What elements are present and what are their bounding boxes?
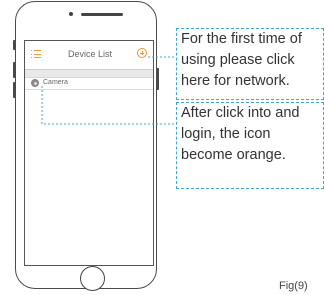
login-tip-line-3: become orange. [181, 147, 286, 163]
network-tip-callout: For the first time of using please click… [176, 28, 324, 100]
add-icon[interactable] [137, 48, 147, 58]
network-tip-line-3: here for network. [181, 73, 290, 89]
home-button [80, 266, 105, 291]
app-header: Device List [25, 41, 153, 67]
volume-up-button [13, 62, 16, 78]
device-list-item[interactable]: Camera [25, 78, 153, 90]
figure-label: Fig(9) [279, 280, 308, 292]
header-divider [25, 69, 153, 78]
page-title: Device List [67, 49, 112, 59]
power-button [156, 68, 159, 90]
login-tip-line-2: login, the icon [181, 126, 271, 142]
camera-icon [31, 79, 39, 87]
login-tip-line-1: After click into and [181, 105, 300, 121]
speaker-grille [81, 13, 123, 16]
front-camera [69, 12, 73, 16]
mute-switch [13, 40, 16, 50]
phone-screen: Device List Camera [24, 40, 154, 266]
network-tip-line-1: For the first time of [181, 31, 302, 47]
network-tip-line-2: using please click [181, 52, 295, 68]
volume-down-button [13, 82, 16, 98]
device-label: Camera [43, 79, 68, 86]
login-tip-callout: After click into and login, the icon bec… [176, 102, 324, 189]
figure-canvas: Device List Camera For the first time of… [0, 0, 325, 295]
menu-icon[interactable] [31, 50, 41, 59]
